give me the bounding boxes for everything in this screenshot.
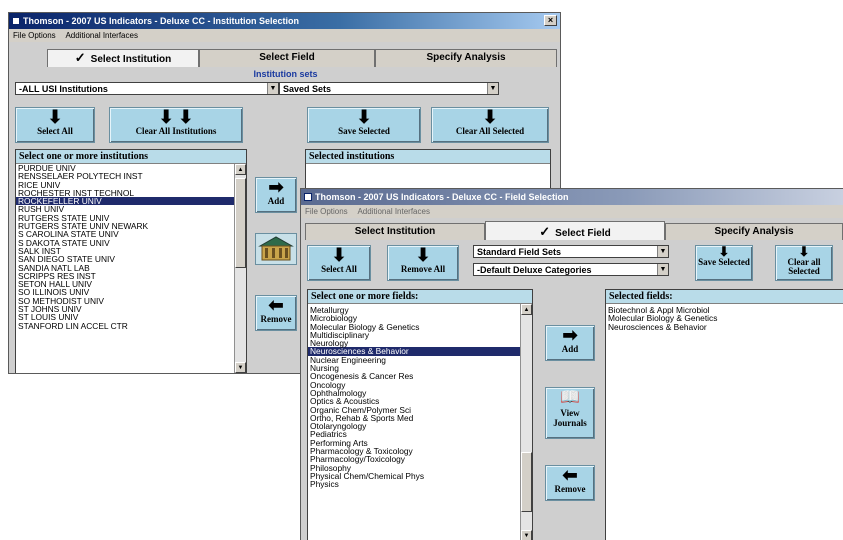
menu-additional-interfaces[interactable]: Additional Interfaces bbox=[357, 207, 430, 216]
menubar: File Options Additional Interfaces bbox=[301, 205, 843, 218]
menu-file-options[interactable]: File Options bbox=[13, 31, 56, 40]
app-icon bbox=[304, 193, 312, 201]
field-categories-dropdown[interactable]: -Default Deluxe Categories ▼ bbox=[473, 263, 669, 276]
add-button[interactable]: ➡ Add bbox=[545, 325, 595, 361]
menu-additional-interfaces[interactable]: Additional Interfaces bbox=[65, 31, 138, 40]
scrollbar[interactable]: ▲ ▼ bbox=[234, 164, 246, 373]
field-list-header: Select one or more fields: bbox=[308, 290, 532, 304]
window-title: Thomson - 2007 US Indicators - Deluxe CC… bbox=[23, 16, 300, 26]
selected-fields-list[interactable]: Selected fields: Biotechnol & Appl Micro… bbox=[605, 289, 843, 540]
scroll-up-icon[interactable]: ▲ bbox=[235, 164, 246, 175]
scroll-thumb[interactable] bbox=[521, 452, 532, 512]
chevron-down-icon: ▼ bbox=[657, 246, 668, 257]
scroll-up-icon[interactable]: ▲ bbox=[521, 304, 532, 315]
list-item[interactable]: Nuclear Engineering bbox=[308, 355, 532, 364]
arrow-left-icon: ⬅ bbox=[562, 465, 578, 485]
clear-all-institutions-button[interactable]: ⬇ ⬇ Clear All Institutions bbox=[109, 107, 243, 143]
select-all-button[interactable]: ⬇ Select All bbox=[307, 245, 371, 281]
save-selected-button[interactable]: ⬇ Save Selected bbox=[307, 107, 421, 143]
check-icon: ✓ bbox=[74, 50, 86, 65]
list-item[interactable]: Physical Chem/Chemical Phys bbox=[308, 472, 532, 481]
arrow-left-icon: ⬅ bbox=[268, 295, 284, 315]
app-icon bbox=[12, 17, 20, 25]
close-button[interactable]: × bbox=[544, 15, 557, 26]
add-button[interactable]: ➡ Add bbox=[255, 177, 297, 213]
arrow-down-icon: ⬇ bbox=[356, 107, 372, 127]
tab-select-field[interactable]: ✓ Select Field bbox=[485, 221, 665, 240]
menubar: File Options Additional Interfaces bbox=[9, 29, 560, 42]
institution-list-header: Select one or more institutions bbox=[16, 150, 246, 164]
arrow-down-icon: ⬇ bbox=[331, 245, 347, 265]
remove-button[interactable]: ⬅ Remove bbox=[255, 295, 297, 331]
institution-list[interactable]: Select one or more institutions PURDUE U… bbox=[15, 149, 247, 373]
remove-all-button[interactable]: ⬇ Remove All bbox=[387, 245, 459, 281]
arrow-down-icon: ⬇ bbox=[47, 107, 63, 127]
chevron-down-icon: ▼ bbox=[657, 264, 668, 275]
menu-file-options[interactable]: File Options bbox=[305, 207, 348, 216]
check-icon: ✓ bbox=[539, 224, 551, 239]
arrow-down-icon: ⬇ bbox=[415, 245, 431, 265]
save-selected-button[interactable]: ⬇ Save Selected bbox=[695, 245, 753, 281]
institution-building-icon bbox=[255, 233, 297, 265]
remove-button[interactable]: ⬅ Remove bbox=[545, 465, 595, 501]
titlebar[interactable]: Thomson - 2007 US Indicators - Deluxe CC… bbox=[9, 13, 560, 29]
chevron-down-icon: ▼ bbox=[267, 83, 278, 94]
institution-set-dropdown[interactable]: -ALL USI Institutions ▼ bbox=[15, 82, 279, 95]
scroll-thumb[interactable] bbox=[235, 178, 246, 268]
scroll-down-icon[interactable]: ▼ bbox=[521, 530, 532, 540]
tab-select-institution[interactable]: Select Institution bbox=[305, 223, 485, 240]
arrow-down-icon: ⬇ bbox=[482, 107, 498, 127]
list-item[interactable]: Physics bbox=[308, 480, 532, 489]
selected-institutions-header: Selected institutions bbox=[306, 150, 550, 164]
view-journals-button[interactable]: 📖 View Journals bbox=[545, 387, 595, 439]
selected-field-item[interactable]: Neurosciences & Behavior bbox=[606, 322, 843, 331]
titlebar[interactable]: Thomson - 2007 US Indicators - Deluxe CC… bbox=[301, 189, 843, 205]
journal-icon: 📖 bbox=[560, 389, 580, 406]
scroll-down-icon[interactable]: ▼ bbox=[235, 362, 246, 373]
list-item[interactable]: STANFORD LIN ACCEL CTR bbox=[16, 321, 246, 330]
field-list[interactable]: Select one or more fields: Metallurgy Mic… bbox=[307, 289, 533, 540]
clear-all-selected-button[interactable]: ⬇ Clear all Selected bbox=[775, 245, 833, 281]
selected-fields-items: Biotechnol & Appl Microbiol Molecular Bio… bbox=[606, 304, 843, 331]
arrow-right-icon: ➡ bbox=[562, 325, 578, 345]
field-selection-window: Thomson - 2007 US Indicators - Deluxe CC… bbox=[300, 188, 843, 540]
field-sets-dropdown[interactable]: Standard Field Sets ▼ bbox=[473, 245, 669, 258]
arrow-right-icon: ➡ bbox=[268, 177, 284, 197]
select-all-button[interactable]: ⬇ Select All bbox=[15, 107, 95, 143]
selected-fields-header: Selected fields: bbox=[606, 290, 843, 304]
tab-specify-analysis[interactable]: Specify Analysis bbox=[665, 223, 843, 240]
chevron-down-icon: ▼ bbox=[487, 83, 498, 94]
tab-specify-analysis[interactable]: Specify Analysis bbox=[375, 49, 557, 67]
arrow-down-icon: ⬇ ⬇ bbox=[158, 107, 194, 127]
tab-select-field[interactable]: Select Field bbox=[199, 49, 375, 67]
field-list-items: Metallurgy Microbiology Molecular Biology … bbox=[308, 304, 532, 489]
clear-all-selected-button[interactable]: ⬇ Clear All Selected bbox=[431, 107, 549, 143]
saved-sets-dropdown[interactable]: Saved Sets ▼ bbox=[279, 82, 499, 95]
tab-select-institution[interactable]: ✓ Select Institution bbox=[47, 49, 199, 67]
institution-sets-label: Institution sets bbox=[253, 69, 318, 79]
scrollbar[interactable]: ▲ ▼ bbox=[520, 304, 532, 540]
institution-list-items: PURDUE UNIV RENSSELAER POLYTECH INST RICE … bbox=[16, 164, 246, 330]
window-title: Thomson - 2007 US Indicators - Deluxe CC… bbox=[315, 192, 569, 202]
